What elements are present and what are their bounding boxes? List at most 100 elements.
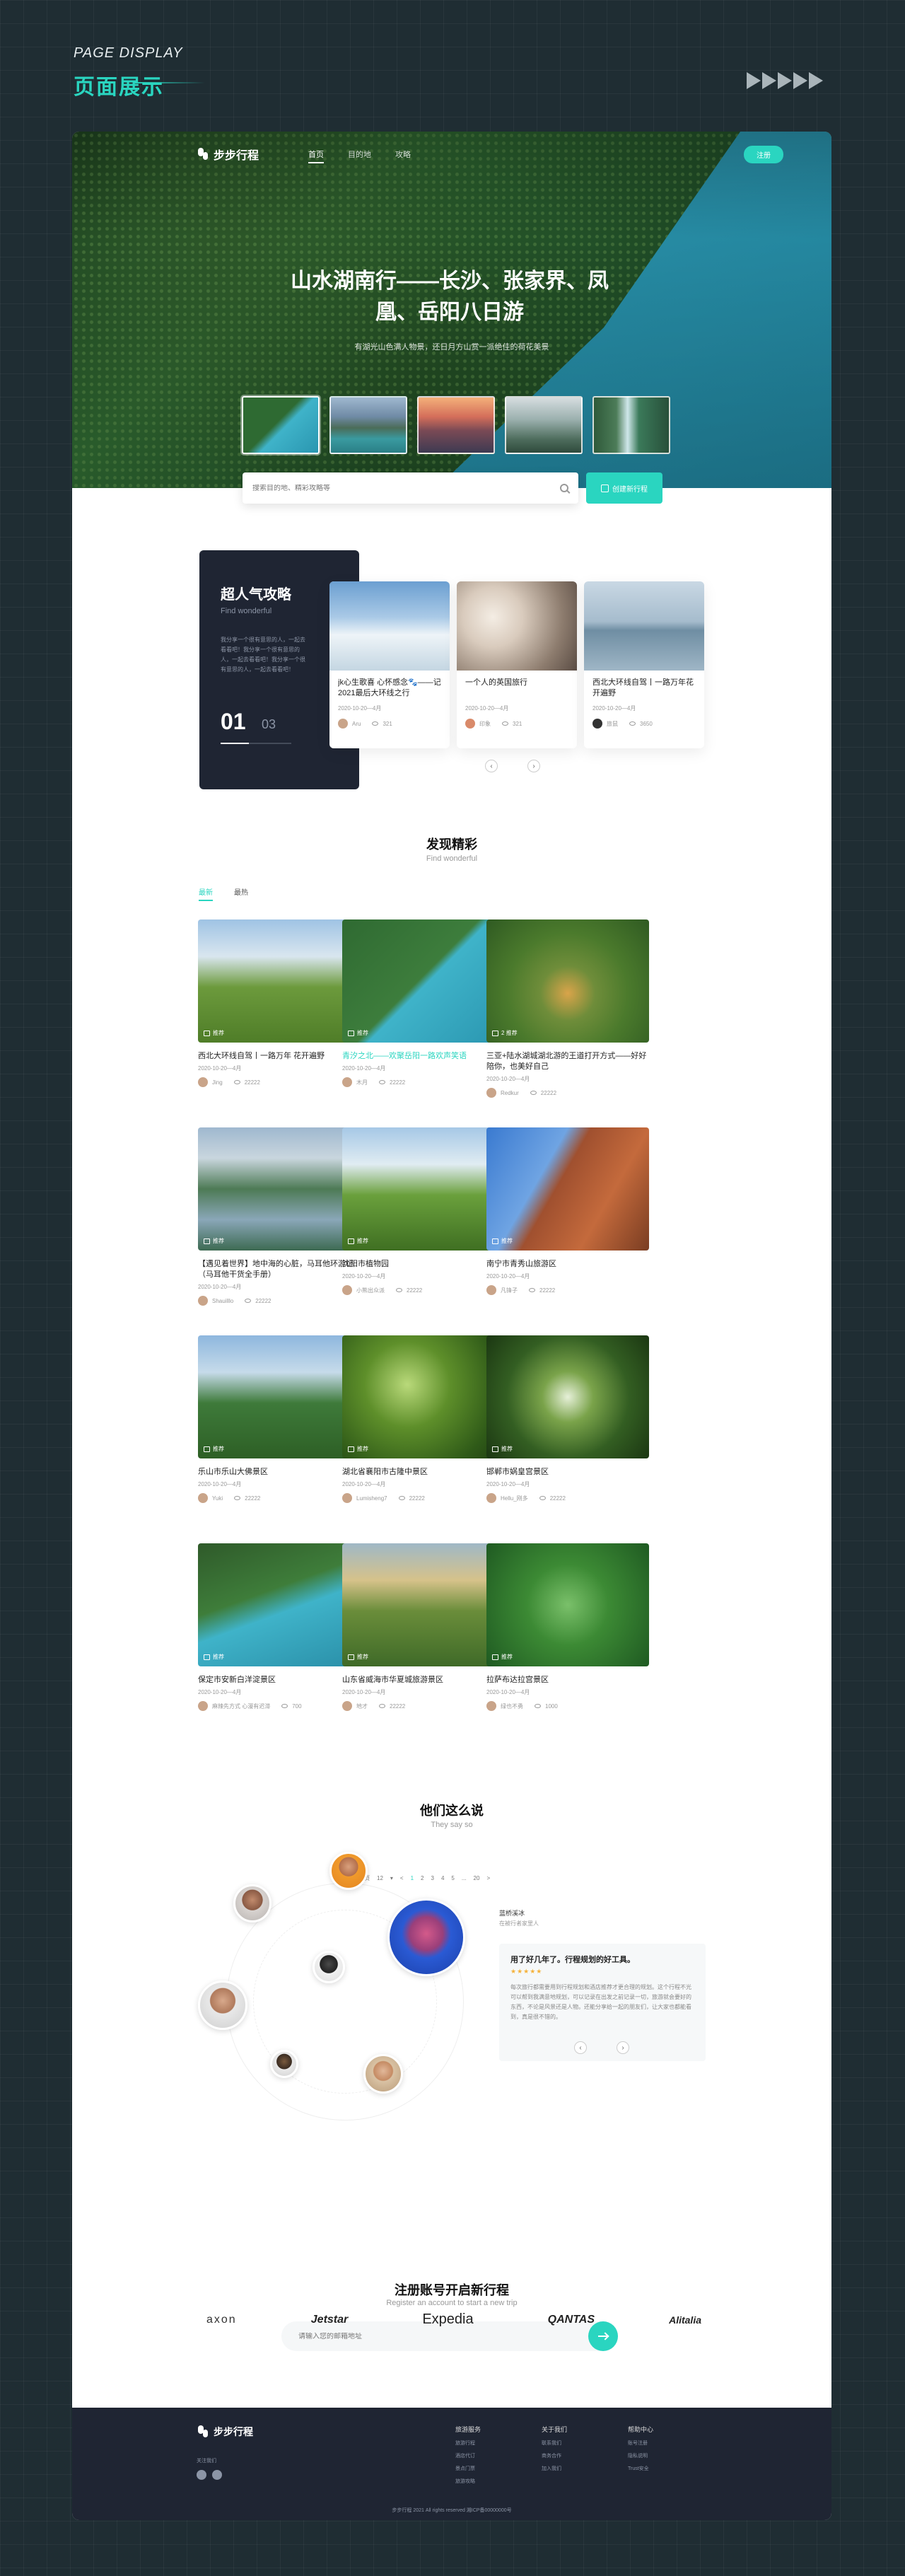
popular-card[interactable]: 一个人的英国旅行 2020-10-20—4月 印象 321 bbox=[457, 581, 577, 748]
user-avatar[interactable] bbox=[270, 2050, 298, 2078]
avatar bbox=[198, 1701, 208, 1711]
page-2[interactable]: 2 bbox=[421, 1875, 424, 1881]
card-title: 三亚+陆水湖城湖北游的王道打开方式——好好陪你，也美好自己 bbox=[486, 1052, 647, 1071]
avatar bbox=[486, 1493, 496, 1503]
discover-card[interactable]: 推荐 【遇见着世界】地中海的心脏，马耳他环游记（马耳他干货全手册） 2020-10-… bbox=[198, 1127, 361, 1306]
avatar bbox=[342, 1701, 352, 1711]
eye-icon bbox=[245, 1299, 252, 1303]
search-icon[interactable] bbox=[560, 484, 568, 492]
footer-col-services: 旅游服务 旅游行程 酒店代订 景点门票 旅游攻略 bbox=[455, 2425, 481, 2485]
card-date: 2020-10-20—4月 bbox=[486, 1689, 530, 1695]
tab-latest[interactable]: 最新 bbox=[199, 886, 213, 901]
quote-title: 用了好几年了。行程规划的好工具。 bbox=[510, 1956, 635, 1964]
user-avatar-featured[interactable] bbox=[387, 1898, 465, 1976]
card-image: 推荐 bbox=[486, 1335, 649, 1458]
discover-card[interactable]: 推荐 沈阳市植物园 2020-10-20—4月 小熊出众派 22222 bbox=[342, 1127, 505, 1295]
discover-card[interactable]: 推荐 乐山市乐山大佛景区 2020-10-20—4月 Yuki 22222 bbox=[198, 1335, 361, 1503]
discover-title: 发现精彩 bbox=[426, 837, 477, 852]
card-views: 22222 bbox=[407, 1287, 423, 1294]
footer-link[interactable]: 旅游行程 bbox=[455, 2439, 481, 2447]
page-4[interactable]: 4 bbox=[441, 1875, 444, 1881]
footer-link[interactable]: 联系我们 bbox=[542, 2439, 567, 2447]
next-arrow-icon[interactable]: › bbox=[527, 760, 540, 772]
testimonial-card: 用了好几年了。行程规划的好工具。 ★★★★★ 每次旅行都需要用到行程规划和酒店推… bbox=[499, 1944, 706, 2061]
footer-link[interactable]: 景点门票 bbox=[455, 2465, 481, 2472]
popular-card[interactable]: jk心生歌喜 心怀感念🐾——记2021最后大环线之行 2020-10-20—4月… bbox=[329, 581, 450, 748]
footer-col-title: 旅游服务 bbox=[455, 2426, 481, 2433]
testimonials-subtitle: They say so bbox=[431, 1821, 473, 1829]
footer-link[interactable]: 隐私说明 bbox=[628, 2452, 653, 2459]
copyright: 步步行程 2021 All rights reserved 湘ICP备00000… bbox=[392, 2508, 512, 2513]
eye-icon bbox=[379, 1704, 385, 1708]
page-1[interactable]: 1 bbox=[411, 1875, 414, 1881]
testimonials-title: 他们这么说 bbox=[420, 1804, 484, 1818]
page-3[interactable]: 3 bbox=[431, 1875, 434, 1881]
prev-arrow-icon[interactable]: ‹ bbox=[574, 2041, 587, 2054]
image-tag: 推荐 bbox=[348, 1029, 368, 1037]
discover-card[interactable]: 推荐 保定市安新白洋淀景区 2020-10-20—4月 麻辣先方式 心漫有迟滞 700 bbox=[198, 1543, 361, 1711]
wechat-icon[interactable] bbox=[197, 2470, 206, 2480]
create-trip-button[interactable]: 创建新行程 bbox=[586, 472, 662, 504]
card-author: Yuki bbox=[212, 1495, 223, 1502]
discover-card[interactable]: 推荐 山东省威海市华夏城旅游景区 2020-10-20—4月 地才 22222 bbox=[342, 1543, 505, 1711]
quote-text: 每次旅行都需要用到行程规划和酒店推荐才更合理的规划。这个行程不光可以帮到我满意地… bbox=[510, 1984, 691, 2020]
tag-label: 推荐 bbox=[501, 1238, 513, 1244]
footer-link[interactable]: 加入我们 bbox=[542, 2465, 567, 2472]
user-avatar[interactable] bbox=[198, 1980, 247, 2030]
card-views: 1000 bbox=[545, 1702, 558, 1710]
footer-link[interactable]: 旅游攻略 bbox=[455, 2478, 481, 2485]
image-icon bbox=[204, 1446, 210, 1452]
user-avatar[interactable] bbox=[329, 1852, 368, 1890]
popular-card[interactable]: 西北大环线自驾丨一路万年花开遍野 2020-10-20—4月 旅鼠 3650 bbox=[584, 581, 704, 748]
discover-card[interactable]: 2 推荐 三亚+陆水湖城湖北游的王道打开方式——好好陪你，也美好自己 2020-10… bbox=[486, 919, 649, 1098]
weibo-icon[interactable] bbox=[212, 2470, 222, 2480]
discover-card[interactable]: 推荐 南宁市青秀山旅游区 2020-10-20—4月 凡锋子 22222 bbox=[486, 1127, 649, 1295]
nav-destination[interactable]: 目的地 bbox=[348, 149, 371, 160]
page-20[interactable]: 20 bbox=[474, 1875, 480, 1881]
page-prev[interactable]: < bbox=[400, 1875, 404, 1881]
nav-guide[interactable]: 攻略 bbox=[395, 149, 411, 160]
chevron-down-icon[interactable]: ▾ bbox=[390, 1875, 393, 1881]
tab-hottest[interactable]: 最热 bbox=[234, 886, 248, 897]
card-meta: Yuki 22222 bbox=[198, 1493, 361, 1503]
discover-card[interactable]: 推荐 西北大环线自驾丨一路万年 花开遍野 2020-10-20—4月 Jing 2222… bbox=[198, 919, 361, 1087]
card-date: 2020-10-20—4月 bbox=[465, 705, 509, 712]
footprint-icon bbox=[197, 2425, 209, 2438]
card-date: 2020-10-20—4月 bbox=[198, 1065, 242, 1072]
card-author: 木月 bbox=[356, 1079, 368, 1086]
thumbnail-sunset-mountain[interactable] bbox=[417, 396, 495, 454]
thumbnail-mountain-lake[interactable] bbox=[329, 396, 407, 454]
card-author: Jing bbox=[212, 1079, 223, 1086]
discover-card[interactable]: 推荐 湖北省襄阳市古隆中景区 2020-10-20—4月 Lumisheng7 2222… bbox=[342, 1335, 505, 1503]
footer-link[interactable]: Trust安全 bbox=[628, 2465, 653, 2472]
footer-link[interactable]: 酒店代订 bbox=[455, 2452, 481, 2459]
card-views: 22222 bbox=[255, 1297, 272, 1304]
destination-search[interactable] bbox=[243, 472, 578, 504]
avatar bbox=[198, 1296, 208, 1306]
nav-home[interactable]: 首页 bbox=[308, 149, 325, 163]
user-avatar[interactable] bbox=[233, 1884, 272, 1922]
thumbnail-lake-forest[interactable] bbox=[242, 396, 320, 454]
site-footer: 步步行程 关注我们 旅游服务 旅游行程 酒店代订 景点门票 旅游攻略 关于我们 … bbox=[72, 2408, 831, 2520]
prev-arrow-icon[interactable]: ‹ bbox=[485, 760, 498, 772]
next-arrow-icon[interactable]: › bbox=[617, 2041, 629, 2054]
email-input[interactable] bbox=[298, 2332, 601, 2340]
footer-link[interactable]: 账号注册 bbox=[628, 2439, 653, 2447]
per-page-select[interactable]: 12 bbox=[377, 1875, 383, 1881]
footer-link[interactable]: 商务合作 bbox=[542, 2452, 567, 2459]
discover-card[interactable]: 推荐 青汐之北——欢聚岳阳一路欢声笑语 2020-10-20—4月 木月 22222 bbox=[342, 919, 505, 1087]
user-avatar[interactable] bbox=[313, 1951, 345, 1983]
page-5[interactable]: 5 bbox=[451, 1875, 454, 1881]
image-icon bbox=[348, 1446, 354, 1452]
footer-logo[interactable]: 步步行程 bbox=[197, 2425, 253, 2439]
image-tag: 推荐 bbox=[492, 1445, 513, 1453]
search-input[interactable] bbox=[252, 484, 560, 492]
thumbnail-waterfall[interactable] bbox=[592, 396, 670, 454]
login-button[interactable]: 注册 bbox=[744, 145, 783, 163]
user-avatar[interactable] bbox=[363, 2054, 403, 2094]
discover-card[interactable]: 推荐 邯郸市娲皇宫景区 2020-10-20—4月 Hellu_刚多 22222 bbox=[486, 1335, 649, 1503]
logo[interactable]: 步步行程 bbox=[197, 146, 259, 163]
discover-card[interactable]: 推荐 拉萨布达拉宫景区 2020-10-20—4月 绿也不勇 1000 bbox=[486, 1543, 649, 1711]
page-next[interactable]: > bbox=[486, 1875, 490, 1881]
thumbnail-misty-forest[interactable] bbox=[505, 396, 583, 454]
